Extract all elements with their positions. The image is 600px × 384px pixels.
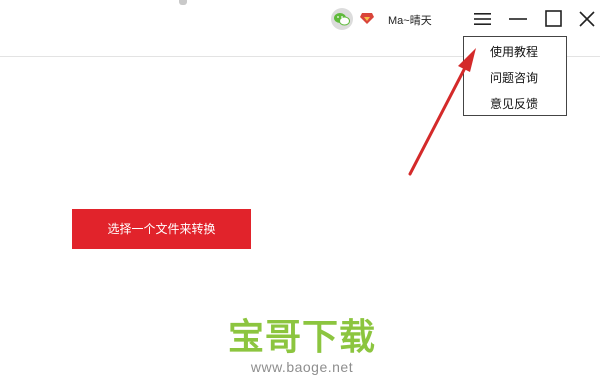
username-label[interactable]: Ma~晴天 (388, 12, 432, 28)
decorative-speck (179, 0, 187, 5)
maximize-icon[interactable] (543, 8, 565, 30)
minimize-icon[interactable] (507, 8, 529, 30)
vip-diamond-icon[interactable] (360, 12, 374, 25)
menu-item-tutorial[interactable]: 使用教程 (490, 43, 538, 60)
close-icon[interactable] (576, 8, 598, 30)
hamburger-menu-icon[interactable] (472, 8, 494, 30)
watermark-title: 宝哥下载 (227, 317, 376, 358)
menu-item-feedback[interactable]: 意见反馈 (490, 95, 538, 112)
select-file-button[interactable]: 选择一个文件来转换 (72, 209, 251, 249)
wechat-icon[interactable] (331, 8, 353, 30)
annotation-arrow (408, 48, 476, 176)
watermark-url: www.baoge.net (250, 359, 354, 375)
menu-item-consult[interactable]: 问题咨询 (490, 69, 538, 86)
